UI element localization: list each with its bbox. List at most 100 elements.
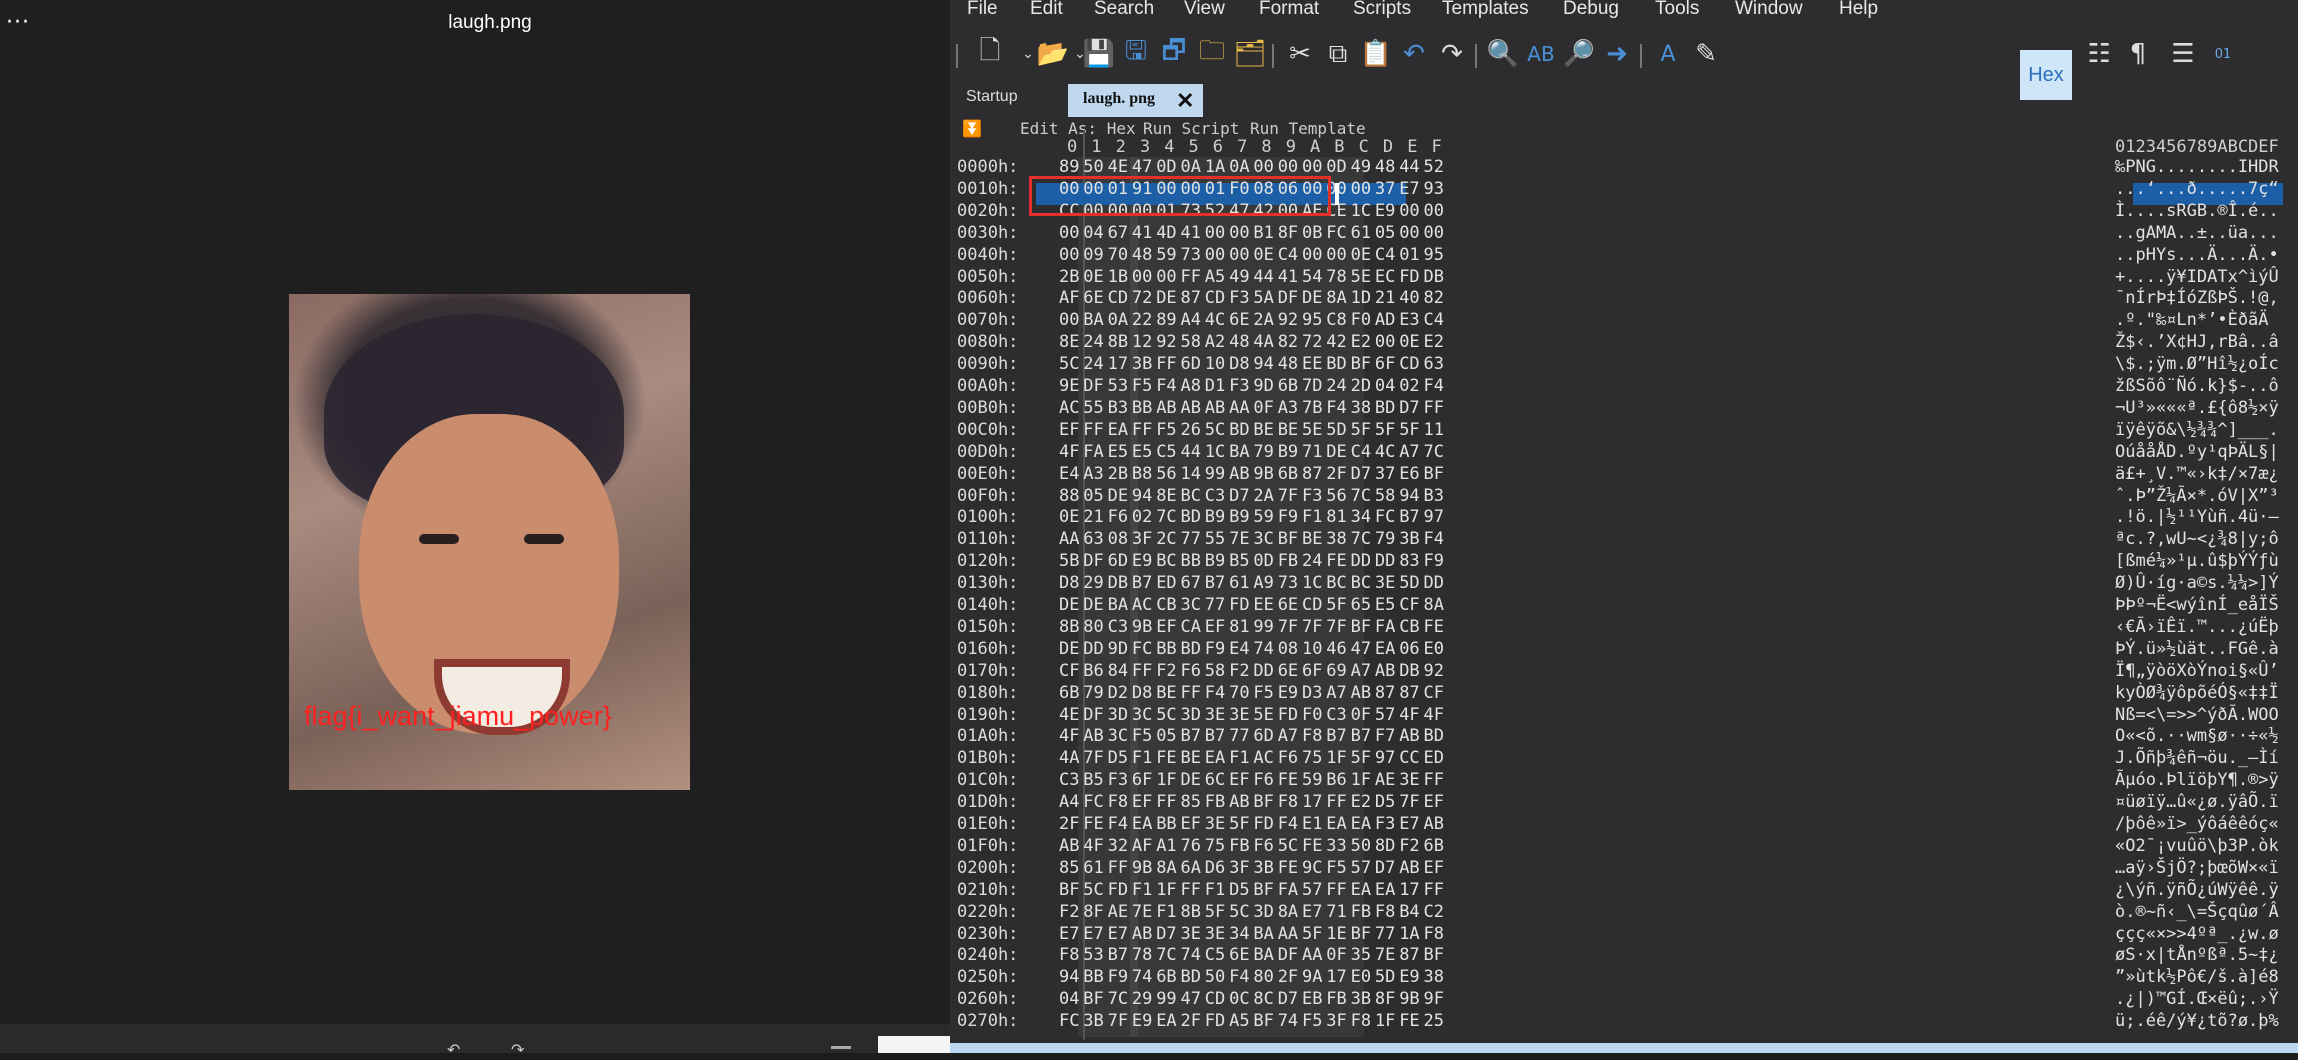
hex-byte[interactable]: B7 (1205, 573, 1225, 593)
hex-byte[interactable]: 4F (1059, 726, 1079, 746)
hex-byte[interactable]: 4D (1156, 223, 1176, 243)
hex-byte[interactable]: F4 (1424, 376, 1444, 396)
hex-byte[interactable]: FF (1132, 661, 1152, 681)
hex-byte[interactable]: 6A (1181, 858, 1201, 878)
hex-byte[interactable]: E0 (1424, 639, 1444, 659)
hex-byte[interactable]: E5 (1108, 442, 1128, 462)
hex-byte[interactable]: 61 (1351, 223, 1371, 243)
hex-byte[interactable]: FF (1326, 792, 1346, 812)
hex-byte[interactable]: 99 (1205, 464, 1225, 484)
hex-byte[interactable]: 74 (1253, 639, 1273, 659)
hex-byte[interactable]: 3E (1375, 573, 1395, 593)
hex-byte[interactable]: 05 (1375, 223, 1395, 243)
hex-byte[interactable]: F1 (1205, 880, 1225, 900)
hex-row[interactable]: 00B0h: AC 55 B3 BB AB AB AB AA 0F A3 7B F4 38 BD D7 FF ¬U… (950, 398, 2298, 420)
hex-row[interactable]: 0270h: FC 3B 7F E9 EA 2F FD A5 BF 74 F5 3F F8 1F FE 25 ü;… (950, 1011, 2298, 1033)
hex-byte[interactable]: F3 (1375, 814, 1395, 834)
hex-row[interactable]: 0210h: BF 5C FD F1 1F FF F1 D5 BF FA 57 FF EA EA 17 FF ¿\… (950, 880, 2298, 902)
hex-byte[interactable]: F1 (1302, 507, 1322, 527)
hex-byte[interactable]: E4 (1229, 639, 1249, 659)
hex-row[interactable]: 0160h: DE DD 9D FC BB BD F9 E4 74 08 10 46 47 EA 06 E0 ÞÝ… (950, 639, 2298, 661)
hex-byte[interactable]: BA (1083, 310, 1103, 330)
hex-byte[interactable]: 6E (1229, 945, 1249, 965)
hex-byte[interactable]: D7 (1351, 464, 1371, 484)
hex-byte[interactable]: 5F (1351, 748, 1371, 768)
hex-byte[interactable]: FE (1278, 770, 1298, 790)
hex-byte[interactable]: 72 (1132, 288, 1152, 308)
hex-byte[interactable]: 38 (1351, 398, 1371, 418)
ascii-text[interactable]: Nß=<\=>>^ýðÃ.WOO (2115, 705, 2279, 725)
hex-byte[interactable]: 95 (1302, 310, 1322, 330)
hex-byte[interactable]: B7 (1399, 507, 1419, 527)
hex-byte[interactable]: C3 (1326, 705, 1346, 725)
hex-byte[interactable]: 3B (1351, 989, 1371, 1009)
hex-row[interactable]: 0090h: 5C 24 17 3B FF 6D 10 D8 94 48 EE BD BF 6F CD 63 \$… (950, 354, 2298, 376)
hex-byte[interactable]: 76 (1181, 836, 1201, 856)
hex-byte[interactable]: 9A (1302, 967, 1322, 987)
hex-byte[interactable]: AA (1302, 945, 1322, 965)
hex-byte[interactable]: 0E (1253, 245, 1273, 265)
hex-byte[interactable]: 79 (1375, 529, 1395, 549)
cut-icon[interactable]: ✂ (1282, 36, 1318, 72)
hex-byte[interactable]: E6 (1399, 464, 1419, 484)
undo-icon[interactable]: ↶ (1396, 36, 1432, 72)
hex-byte[interactable]: EF (1229, 770, 1249, 790)
hex-byte[interactable]: 9F (1424, 989, 1444, 1009)
hex-byte[interactable]: 24 (1326, 376, 1346, 396)
hex-byte[interactable]: 00 (1253, 157, 1273, 177)
hex-byte[interactable]: 5D (1326, 420, 1346, 440)
hex-byte[interactable]: 11 (1424, 420, 1444, 440)
hex-byte[interactable]: 70 (1108, 245, 1128, 265)
hex-byte[interactable]: B5 (1229, 551, 1249, 571)
hex-byte[interactable]: D8 (1059, 573, 1079, 593)
hex-byte[interactable]: D5 (1229, 880, 1249, 900)
hex-row[interactable]: 01A0h: 4F AB 3C F5 05 B7 B7 77 6D A7 F8 B7 B7 F7 AB BD O«… (950, 726, 2298, 748)
run-script-dropdown[interactable]: Run Script (1143, 119, 1239, 138)
hex-byte[interactable]: 3E (1229, 705, 1249, 725)
hex-byte[interactable]: E1 (1302, 814, 1322, 834)
format-icon[interactable] (1726, 36, 1762, 72)
replace-icon[interactable]: AB (1523, 36, 1559, 72)
ascii-text[interactable]: ¤üøïÿ…û«¿ø.ÿâÕ.ï (2115, 792, 2279, 812)
hex-byte[interactable]: DE (1083, 595, 1103, 615)
hex-byte[interactable]: AC (1059, 398, 1079, 418)
ascii-text[interactable]: .¿|)™GÍ.Œ×ëû;.›Ÿ (2115, 989, 2279, 1009)
hex-byte[interactable]: 5A (1253, 288, 1273, 308)
hex-byte[interactable]: 7F (1326, 617, 1346, 637)
hex-byte[interactable]: 7F (1083, 748, 1103, 768)
hex-byte[interactable]: DE (1108, 486, 1128, 506)
hex-byte[interactable]: 53 (1108, 376, 1128, 396)
save-icon[interactable]: 💾 (1081, 36, 1117, 72)
hex-byte[interactable]: E7 (1083, 924, 1103, 944)
hex-byte[interactable]: 78 (1132, 945, 1152, 965)
hex-byte[interactable]: F4 (1108, 814, 1128, 834)
hex-byte[interactable]: FD (1229, 595, 1249, 615)
hex-byte[interactable]: 5C (1059, 354, 1079, 374)
hex-byte[interactable]: 92 (1424, 661, 1444, 681)
hex-byte[interactable]: 5E (1253, 705, 1273, 725)
hex-byte[interactable]: 3F (1326, 1011, 1346, 1031)
hex-byte[interactable]: BC (1156, 551, 1176, 571)
hex-byte[interactable]: 50 (1083, 157, 1103, 177)
binary-view-icon[interactable]: 01 (2205, 36, 2241, 72)
hex-byte[interactable]: 17 (1326, 967, 1346, 987)
hex-byte[interactable]: F6 (1278, 748, 1298, 768)
hex-byte[interactable]: 61 (1229, 573, 1249, 593)
hex-byte[interactable]: 0F (1253, 398, 1273, 418)
hex-byte[interactable]: 65 (1351, 595, 1371, 615)
hex-byte[interactable]: 2A (1253, 310, 1273, 330)
hex-byte[interactable]: 4A (1253, 332, 1273, 352)
hex-byte[interactable]: FE (1399, 1011, 1419, 1031)
hex-byte[interactable]: FF (1108, 858, 1128, 878)
hex-byte[interactable]: AB (1132, 924, 1152, 944)
ascii-text[interactable]: «O2¯¡vuûö\þ3P.òk (2115, 836, 2279, 856)
hex-byte[interactable]: E9 (1132, 551, 1152, 571)
hex-byte[interactable]: 55 (1083, 398, 1103, 418)
hex-byte[interactable]: F4 (1424, 529, 1444, 549)
hex-byte[interactable]: DD (1375, 551, 1395, 571)
hex-row[interactable]: 0180h: 6B 79 D2 D8 BE FF F4 70 F5 E9 D3 A7 AB 87 87 CF ky… (950, 683, 2298, 705)
hex-row[interactable]: 0240h: F8 53 B7 78 7C 74 C5 6E BA DF AA 0F 35 7E 87 BF øS… (950, 945, 2298, 967)
hex-byte[interactable]: BB (1181, 551, 1201, 571)
hex-byte[interactable]: 22 (1132, 310, 1152, 330)
hex-byte[interactable]: AE (1375, 770, 1395, 790)
